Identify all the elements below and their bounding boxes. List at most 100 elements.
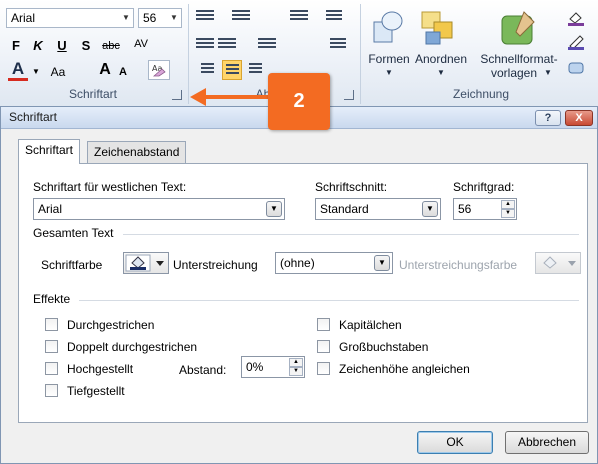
strikethrough-button[interactable]: abc [98, 36, 124, 56]
font-size-dropdown[interactable]: 56 ▼ [138, 8, 182, 28]
shapes-icon[interactable] [370, 8, 406, 48]
all-text-header: Gesamten Text [33, 226, 114, 240]
callout-arrow-icon [190, 88, 268, 106]
align-center-icon [226, 62, 239, 76]
chevron-down-icon[interactable]: ▼ [266, 201, 282, 217]
offset-value: 0% [246, 360, 264, 374]
font-name-dropdown[interactable]: Arial ▼ [6, 8, 134, 28]
western-font-value: Arial [38, 202, 63, 216]
equalize-height-checkbox[interactable] [317, 362, 330, 375]
font-size-field-value: 56 [458, 202, 472, 216]
subscript-label: Tiefgestellt [67, 384, 125, 398]
spin-up-icon[interactable]: ▲ [501, 200, 515, 209]
offset-spinner[interactable]: 0% ▲ ▼ [241, 356, 305, 378]
font-color-button[interactable]: A [8, 60, 28, 81]
character-spacing-button[interactable]: AV [128, 34, 154, 54]
font-name-value: Arial [11, 11, 36, 25]
western-font-select[interactable]: Arial ▼ [33, 198, 285, 220]
underline-style-select[interactable]: (ohne) ▼ [275, 252, 393, 274]
columns-icon[interactable] [258, 36, 276, 50]
divider [79, 300, 579, 301]
tab-character-spacing[interactable]: Zeichenabstand [87, 141, 187, 163]
spin-down-icon[interactable]: ▼ [501, 209, 515, 218]
decrease-indent-icon[interactable] [196, 36, 214, 50]
arrange-icon[interactable] [418, 8, 458, 48]
close-button[interactable]: X [565, 110, 593, 126]
quick-styles-icon[interactable] [498, 8, 538, 48]
chevron-down-icon: ▼ [385, 68, 393, 77]
font-tab-panel: Schriftart für westlichen Text: Arial ▼ … [18, 163, 588, 423]
chevron-down-icon[interactable]: ▼ [422, 201, 438, 217]
small-caps-label: Kapitälchen [339, 318, 402, 332]
font-group-label: Schriftart [68, 87, 117, 101]
increase-indent-icon[interactable] [218, 36, 236, 50]
chevron-down-icon[interactable]: ▼ [30, 62, 42, 82]
spin-up-icon[interactable]: ▲ [289, 358, 303, 367]
spin-down-icon[interactable]: ▼ [289, 367, 303, 376]
align-center-button[interactable] [222, 60, 242, 80]
numbering-icon[interactable] [232, 8, 250, 22]
align-left-button[interactable] [198, 60, 218, 80]
callout-badge: 2 [268, 73, 330, 130]
all-caps-label: Großbuchstaben [339, 340, 429, 354]
underline-style-label: Unterstreichung [173, 258, 258, 272]
font-style-label: Schriftschnitt: [315, 180, 388, 194]
drawing-group-label: Zeichnung [452, 87, 510, 101]
effects-header: Effekte [33, 292, 71, 306]
quick-styles-label-2: vorlagen [490, 66, 538, 80]
tab-character-spacing-label: Zeichenabstand [94, 145, 180, 159]
bold-button[interactable]: F [6, 36, 26, 56]
superscript-checkbox[interactable] [45, 362, 58, 375]
ok-button[interactable]: OK [417, 431, 493, 454]
underline-button[interactable]: U [52, 36, 72, 56]
chevron-down-icon: ▼ [122, 13, 130, 22]
font-size-spinner[interactable]: 56 ▲ ▼ [453, 198, 517, 220]
align-left-icon [201, 61, 214, 75]
align-text-icon[interactable] [330, 36, 346, 50]
shape-outline-icon[interactable] [566, 34, 586, 50]
font-dialog-launcher-icon[interactable] [172, 90, 182, 100]
help-button[interactable]: ? [535, 110, 561, 126]
all-caps-checkbox[interactable] [317, 340, 330, 353]
shape-effects-icon[interactable] [566, 60, 586, 76]
double-strikethrough-label: Doppelt durchgestrichen [67, 340, 198, 354]
strikethrough-checkbox[interactable] [45, 318, 58, 331]
grow-font-button[interactable]: A [96, 60, 114, 80]
underline-color-picker[interactable] [535, 252, 581, 274]
change-case-button[interactable]: Aa [46, 62, 70, 82]
tab-font[interactable]: Schriftart [18, 139, 81, 164]
cancel-button[interactable]: Abbrechen [505, 431, 589, 454]
bullets-icon[interactable] [196, 8, 214, 22]
paragraph-dialog-launcher-icon[interactable] [344, 90, 354, 100]
equalize-height-label: Zeichenhöhe angleichen [339, 362, 470, 376]
divider [123, 234, 579, 235]
arrange-label[interactable]: Anordnen [410, 52, 472, 66]
font-size-label: Schriftgrad: [453, 180, 515, 194]
paint-bucket-icon [125, 254, 164, 272]
quick-styles-label[interactable]: Schnellformat- [474, 52, 564, 66]
text-direction-icon[interactable] [326, 8, 342, 22]
spacing-label: AV [134, 38, 148, 50]
underline-style-value: (ohne) [280, 256, 315, 270]
font-color-picker[interactable] [123, 252, 169, 274]
font-color-label: Schriftfarbe [41, 258, 103, 272]
subscript-checkbox[interactable] [45, 384, 58, 397]
small-caps-checkbox[interactable] [317, 318, 330, 331]
chevron-down-icon[interactable]: ▼ [374, 255, 390, 271]
align-right-icon [249, 61, 262, 75]
align-right-button[interactable] [246, 60, 266, 80]
shrink-font-button[interactable]: A [116, 62, 130, 82]
western-font-label: Schriftart für westlichen Text: [33, 180, 187, 194]
shape-fill-icon[interactable] [566, 10, 586, 26]
tab-font-label: Schriftart [25, 143, 74, 157]
chevron-down-icon: ▼ [544, 68, 552, 77]
font-style-select[interactable]: Standard ▼ [315, 198, 441, 220]
shadow-button[interactable]: S [76, 36, 96, 56]
clear-formatting-icon[interactable]: Aa [148, 60, 170, 80]
dialog-title: Schriftart [9, 110, 58, 124]
font-dialog: Schriftart ? X Schriftart Zeichenabstand… [0, 106, 598, 464]
italic-button[interactable]: K [28, 36, 48, 56]
line-spacing-icon[interactable] [290, 8, 308, 22]
superscript-label: Hochgestellt [67, 362, 134, 376]
double-strikethrough-checkbox[interactable] [45, 340, 58, 353]
